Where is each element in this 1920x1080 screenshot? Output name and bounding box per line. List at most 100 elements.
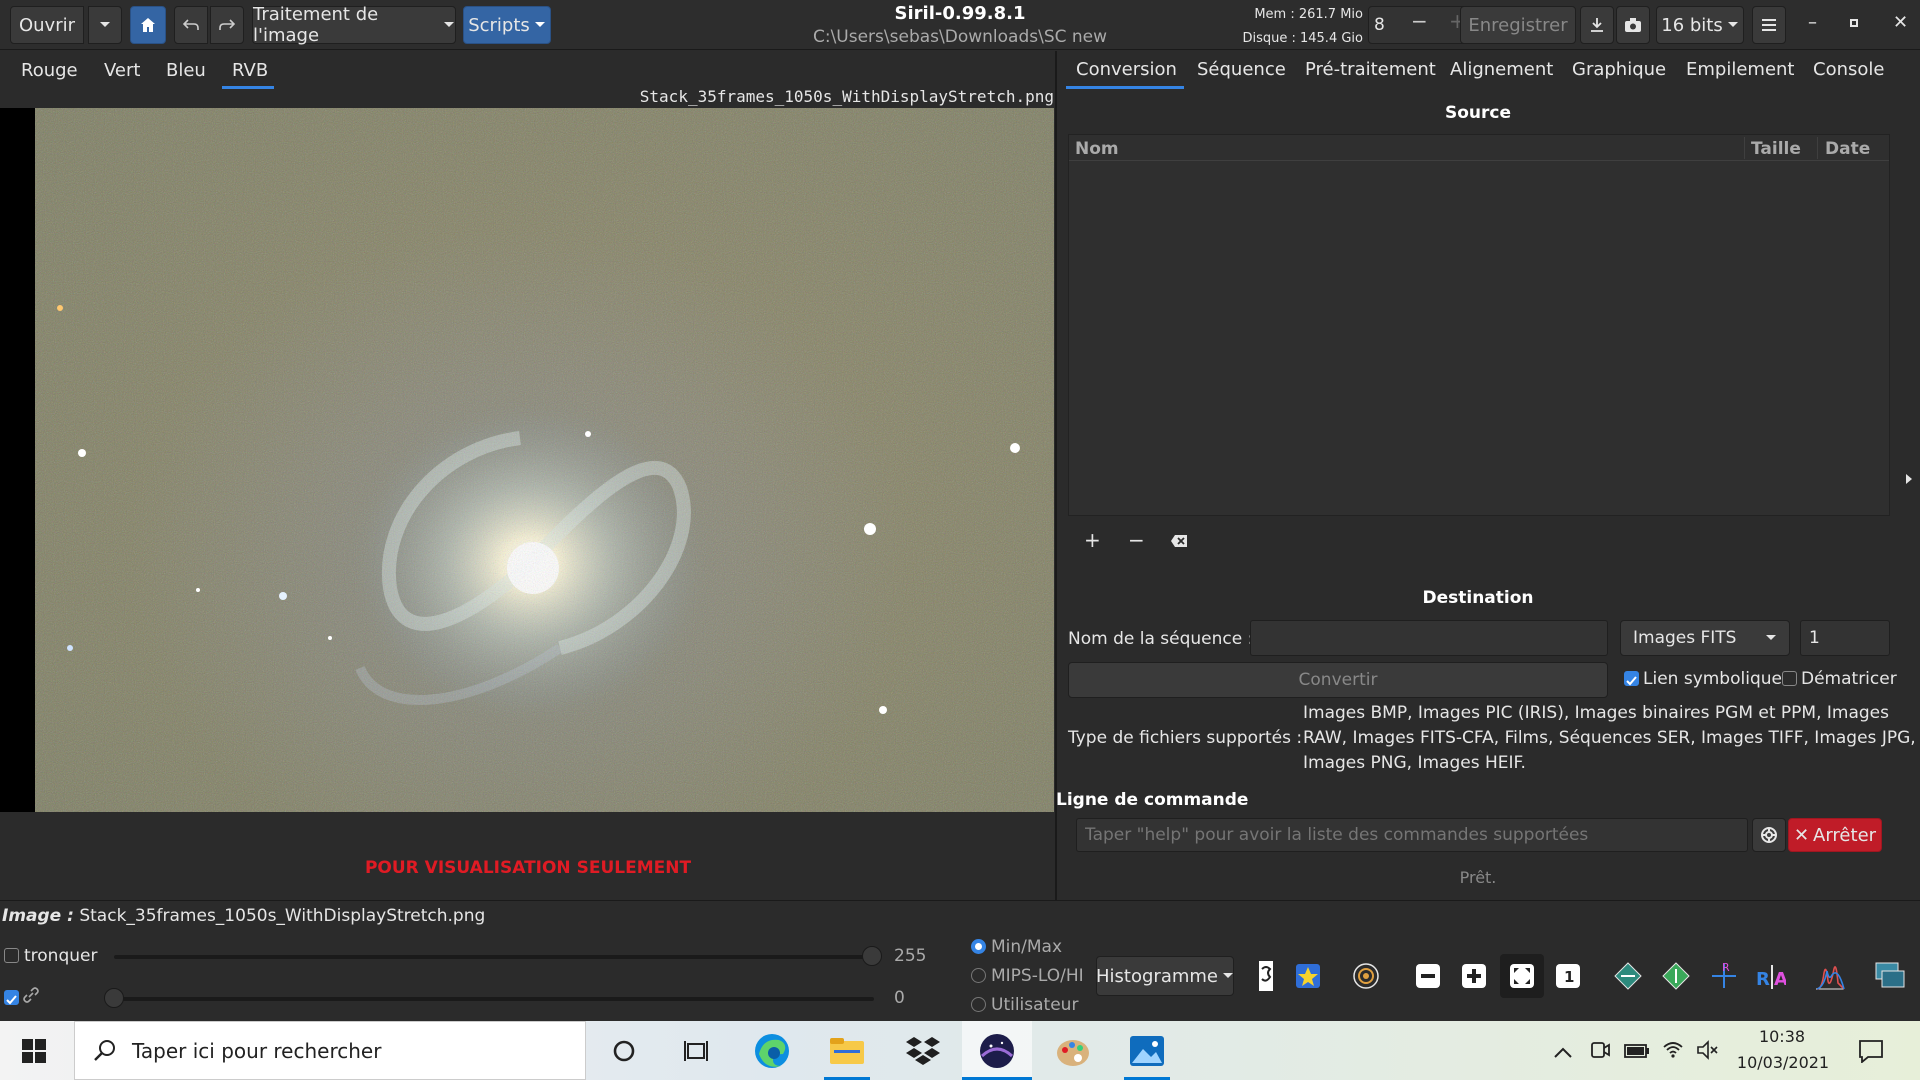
range-mips-radio[interactable] [971,968,986,983]
minus-icon[interactable]: − [1411,9,1428,33]
maximize-icon[interactable] [1850,19,1858,27]
column-date[interactable]: Date [1825,139,1870,159]
tab-preprocessing[interactable]: Pré-traitement [1305,59,1436,80]
clock-time[interactable]: 10:38 [1736,1027,1828,1046]
tab-sequence[interactable]: Séquence [1197,59,1286,80]
scripts-menu[interactable]: Scripts [463,6,551,44]
command-input[interactable] [1076,818,1748,852]
color-star-icon[interactable] [1292,960,1324,992]
zoom-100-icon[interactable]: 1 [1552,960,1584,992]
open-button[interactable]: Ouvrir [10,6,84,44]
camera-icon [1624,17,1642,33]
volume-muted-icon[interactable] [1696,1039,1720,1065]
zoom-out-icon[interactable] [1412,960,1444,992]
image-viewport[interactable] [0,108,1054,812]
tab-green[interactable]: Vert [104,60,140,81]
tab-conversion[interactable]: Conversion [1076,59,1177,80]
pane-divider[interactable] [1055,51,1057,901]
cortana-icon[interactable] [589,1021,659,1080]
column-size[interactable]: Taille [1751,139,1801,159]
battery-icon[interactable] [1624,1043,1650,1062]
undo-button[interactable] [174,6,208,44]
stop-button[interactable]: ✕ Arrêter [1788,818,1882,852]
display-mode-select[interactable]: Histogramme [1096,956,1234,996]
bitdepth-menu[interactable]: 16 bits [1656,6,1744,44]
window-title: Siril-0.99.8.1 [894,3,1026,24]
window-path: C:\Users\sebas\Downloads\SC new [812,27,1108,47]
wifi-icon[interactable] [1662,1039,1684,1063]
save-as-button[interactable] [1580,6,1614,44]
screens-icon[interactable] [1874,960,1906,992]
close-icon[interactable]: ✕ [1893,12,1908,33]
range-user-radio[interactable] [971,997,986,1012]
redo-button[interactable] [210,6,244,44]
task-view-icon[interactable] [661,1021,731,1080]
link-checkbox[interactable] [4,990,19,1005]
snapshot-button[interactable] [1616,6,1650,44]
tray-chevron-up-icon[interactable] [1554,1043,1572,1062]
zoom-fit-icon[interactable] [1500,954,1544,998]
min-value: 0 [894,988,905,1008]
tab-stacking[interactable]: Empilement [1686,59,1794,80]
sequence-name-input[interactable] [1250,620,1608,656]
tab-blue[interactable]: Bleu [166,60,206,81]
hamburger-menu-button[interactable] [1752,6,1786,44]
right-collapse-arrow[interactable] [1905,470,1913,489]
tab-plot[interactable]: Graphique [1572,59,1666,80]
symlink-checkbox[interactable] [1624,671,1639,686]
siril-icon[interactable] [962,1021,1032,1080]
galaxy-image [35,108,1054,812]
column-name[interactable]: Nom [1075,139,1119,159]
tray-meet-icon[interactable] [1590,1039,1610,1065]
debayer-label: Dématricer [1801,669,1897,689]
minimize-icon[interactable]: – [1808,12,1817,33]
notifications-icon[interactable] [1858,1039,1884,1067]
chevron-down-icon [1765,634,1777,642]
paint-icon[interactable] [1038,1021,1108,1080]
source-title: Source [1444,103,1512,123]
source-file-list[interactable]: Nom Taille Date [1068,134,1890,516]
disk-usage: Disque : 145.4 Gio [1242,31,1363,46]
convert-button[interactable]: Convertir [1068,662,1608,698]
clock-date[interactable]: 10/03/2021 [1728,1053,1838,1072]
tab-registration[interactable]: Alignement [1450,59,1553,80]
active-tab-indicator [1066,86,1184,89]
tab-red[interactable]: Rouge [21,60,78,81]
zoom-in-icon[interactable] [1458,960,1490,992]
min-slider-knob[interactable] [104,988,124,1008]
dropbox-icon[interactable] [888,1021,958,1080]
autostretch-icon[interactable] [1250,960,1282,992]
svg-text:R: R [1722,961,1730,974]
plus-icon: + [1084,528,1101,552]
taskbar-search[interactable]: Taper ici pour rechercher [74,1021,586,1080]
photos-icon[interactable] [1112,1021,1182,1080]
windows-start-icon[interactable] [22,1039,46,1067]
clear-list-button[interactable] [1170,534,1188,548]
home-button[interactable] [130,6,166,44]
tab-console[interactable]: Console [1813,59,1884,80]
min-slider-track[interactable] [114,997,874,1001]
home-icon [139,16,157,34]
tab-rgb[interactable]: RVB [232,60,268,81]
range-minmax-radio[interactable] [971,939,986,954]
start-index-input[interactable] [1800,620,1890,656]
format-select[interactable]: Images FITS [1620,620,1790,656]
rgb-align-icon[interactable]: RA [1754,960,1786,992]
max-slider-knob[interactable] [862,946,882,966]
remove-file-button[interactable]: − [1128,528,1145,552]
command-help-button[interactable] [1752,818,1786,852]
rotate-axis-icon[interactable]: R [1708,960,1740,992]
clip-checkbox[interactable] [4,948,19,963]
image-processing-menu[interactable]: Traitement de l'image [252,4,456,46]
save-button[interactable]: Enregistrer [1460,6,1576,44]
mirror-x-icon[interactable] [1612,960,1644,992]
edge-icon[interactable] [737,1021,807,1080]
debayer-checkbox[interactable] [1782,671,1797,686]
file-explorer-icon[interactable] [812,1021,882,1080]
add-file-button[interactable]: + [1084,528,1101,552]
max-slider-track[interactable] [114,955,874,959]
mirror-y-icon[interactable] [1660,960,1692,992]
galaxy-icon[interactable] [1350,960,1382,992]
open-menu-button[interactable] [88,6,122,44]
histogram-icon[interactable] [1814,960,1846,992]
